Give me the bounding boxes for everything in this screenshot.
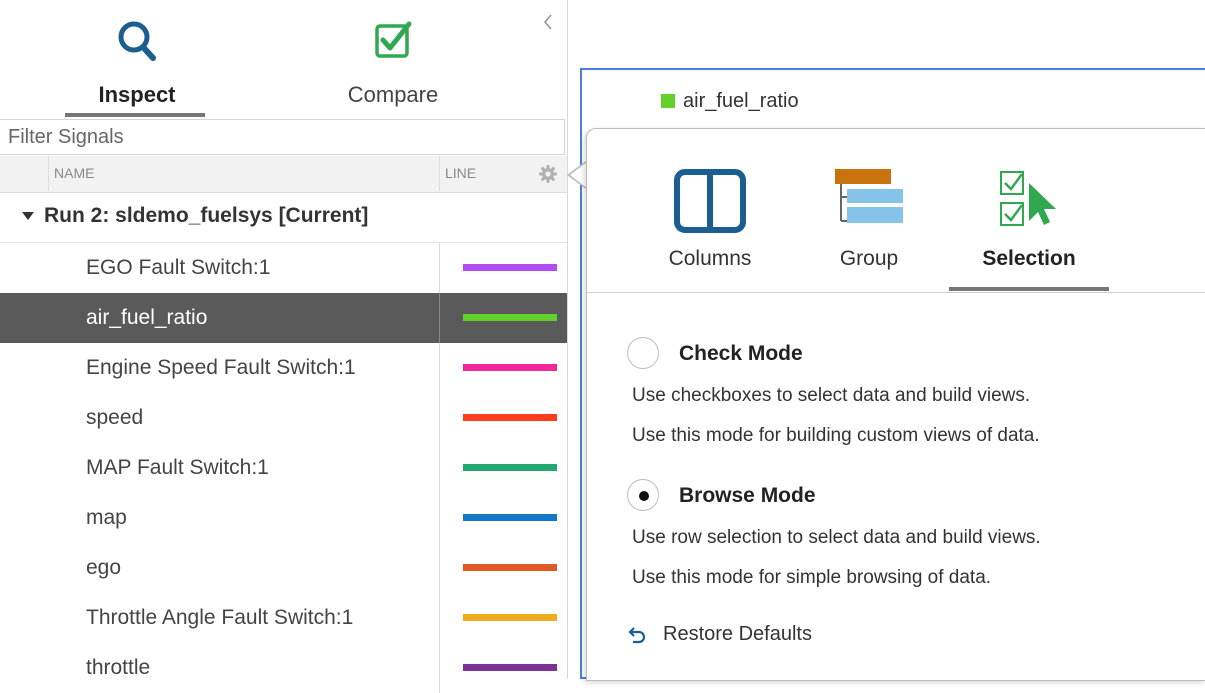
line-swatch[interactable] xyxy=(463,614,557,621)
column-divider xyxy=(439,343,440,393)
signal-row[interactable]: MAP Fault Switch:1 xyxy=(0,443,567,493)
column-name-header[interactable]: NAME xyxy=(54,165,94,181)
selection-icon xyxy=(1000,171,1056,226)
tab-compare[interactable]: Compare xyxy=(313,18,473,107)
signal-row[interactable]: EGO Fault Switch:1 xyxy=(0,243,567,293)
signal-row[interactable]: map xyxy=(0,493,567,543)
browse-mode-desc-1: Use row selection to select data and bui… xyxy=(632,527,1041,548)
filter-placeholder: Filter Signals xyxy=(8,126,124,148)
restore-defaults-label: Restore Defaults xyxy=(663,623,812,645)
signal-row-selected[interactable]: air_fuel_ratio xyxy=(0,293,567,343)
signal-browser-panel: Inspect Compare Filter Signals NAME LINE xyxy=(0,0,567,693)
tab-columns-label: Columns xyxy=(668,247,752,270)
tab-selection[interactable]: Selection xyxy=(949,169,1109,270)
column-divider xyxy=(439,393,440,443)
run-group-row[interactable]: Run 2: sldemo_fuelsys [Current] xyxy=(0,192,567,243)
restore-defaults-link[interactable]: Restore Defaults xyxy=(627,623,812,646)
line-swatch[interactable] xyxy=(463,264,557,271)
signal-list: EGO Fault Switch:1 air_fuel_ratio Engine… xyxy=(0,243,567,693)
line-swatch[interactable] xyxy=(463,414,557,421)
signal-name: Engine Speed Fault Switch:1 xyxy=(86,356,356,379)
signal-name: ego xyxy=(86,556,122,579)
check-square-icon xyxy=(375,21,412,58)
signal-name: throttle xyxy=(86,656,151,679)
signal-name: EGO Fault Switch:1 xyxy=(86,256,271,279)
filter-signals-input[interactable]: Filter Signals xyxy=(0,119,565,155)
radio-selected-dot xyxy=(639,491,649,501)
line-swatch[interactable] xyxy=(463,464,557,471)
panel-divider[interactable] xyxy=(567,0,568,679)
tab-columns[interactable]: Columns xyxy=(630,169,790,270)
columns-icon xyxy=(674,169,746,233)
column-divider xyxy=(439,293,440,343)
group-icon xyxy=(835,169,903,223)
column-divider xyxy=(439,493,440,543)
signal-row[interactable]: Engine Speed Fault Switch:1 xyxy=(0,343,567,393)
popup-pointer-fill xyxy=(570,162,587,188)
active-tab-indicator xyxy=(949,287,1109,291)
active-tab-indicator xyxy=(65,113,205,117)
line-swatch[interactable] xyxy=(463,514,557,521)
signal-name: map xyxy=(86,506,127,529)
column-divider xyxy=(439,643,440,693)
check-mode-radio[interactable] xyxy=(627,337,659,369)
run-label: Run 2: sldemo_fuelsys [Current] xyxy=(44,204,369,227)
line-swatch[interactable] xyxy=(463,364,557,371)
check-mode-desc-1: Use checkboxes to select data and build … xyxy=(632,385,1031,406)
line-swatch[interactable] xyxy=(463,664,557,671)
collapse-panel-icon[interactable] xyxy=(541,12,555,32)
signal-name: Throttle Angle Fault Switch:1 xyxy=(86,606,354,629)
tab-group[interactable]: Group xyxy=(789,169,949,270)
column-divider xyxy=(439,543,440,593)
browse-mode-desc-2: Use this mode for simple browsing of dat… xyxy=(632,567,992,588)
column-divider xyxy=(439,593,440,643)
table-settings-popup: Columns Group Selection Check Mode Use c… xyxy=(586,128,1205,681)
column-divider xyxy=(439,156,440,191)
legend-color-swatch xyxy=(661,94,675,108)
column-line-header[interactable]: LINE xyxy=(445,165,476,181)
signal-name: air_fuel_ratio xyxy=(86,306,208,329)
undo-icon xyxy=(628,626,646,643)
signal-row[interactable]: throttle xyxy=(0,643,567,693)
signal-name: MAP Fault Switch:1 xyxy=(86,456,269,479)
popup-divider xyxy=(587,292,1205,293)
legend-label: air_fuel_ratio xyxy=(683,90,799,112)
signal-row[interactable]: ego xyxy=(0,543,567,593)
select-all-column[interactable] xyxy=(8,156,49,191)
column-header: NAME LINE xyxy=(0,156,567,193)
signal-row[interactable]: Throttle Angle Fault Switch:1 xyxy=(0,593,567,643)
check-mode-title: Check Mode xyxy=(679,342,803,365)
browse-mode-radio[interactable] xyxy=(627,479,659,511)
tab-inspect[interactable]: Inspect xyxy=(57,18,217,117)
column-divider xyxy=(439,443,440,493)
expand-triangle-icon[interactable] xyxy=(22,212,34,220)
tab-inspect-label: Inspect xyxy=(98,82,176,107)
browse-mode-title: Browse Mode xyxy=(679,484,816,507)
signal-name: speed xyxy=(86,406,144,429)
tab-compare-label: Compare xyxy=(347,82,439,107)
plot-legend: air_fuel_ratio xyxy=(661,90,799,113)
line-swatch[interactable] xyxy=(463,314,557,321)
tab-group-label: Group xyxy=(839,247,899,270)
gear-icon[interactable] xyxy=(538,164,558,184)
search-icon xyxy=(118,21,156,61)
column-divider xyxy=(439,243,440,293)
line-swatch[interactable] xyxy=(463,564,557,571)
check-mode-desc-2: Use this mode for building custom views … xyxy=(632,425,1040,446)
signal-row[interactable]: speed xyxy=(0,393,567,443)
tab-selection-label: Selection xyxy=(982,247,1076,270)
